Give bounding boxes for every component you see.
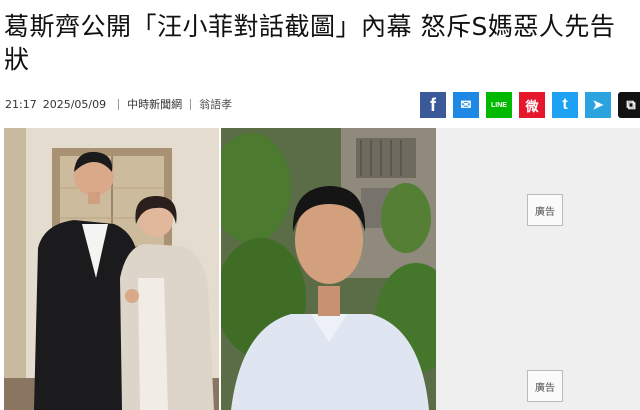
messenger-icon: ✉ (460, 97, 472, 112)
ad-column: 廣告 廣告 (436, 128, 640, 410)
copy-icon: ⧉ (626, 97, 636, 112)
weibo-share-button[interactable]: 微 (519, 92, 545, 118)
facebook-icon: f (430, 94, 436, 115)
publish-date: 2025/05/09 (42, 97, 107, 111)
photo-portrait (211, 128, 436, 410)
photo-portrait-illustration (211, 128, 436, 410)
article-meta: 21:17 2025/05/09 中時新聞網 翁語孝 (5, 96, 232, 112)
ad-label[interactable]: 廣告 (527, 370, 563, 402)
line-share-button[interactable]: LINE (486, 92, 512, 118)
article-photo (4, 128, 436, 410)
twitter-icon: t (562, 96, 568, 113)
messenger-share-button[interactable]: ✉ (453, 92, 479, 118)
telegram-share-button[interactable]: ➤ (585, 92, 611, 118)
meta-divider (190, 98, 192, 110)
share-bar: f ✉ LINE 微 t ➤ ⧉ (420, 92, 640, 118)
news-source-link[interactable]: 中時新聞網 (127, 96, 182, 112)
facebook-share-button[interactable]: f (420, 92, 446, 118)
article-title: 葛斯齊公開「汪小菲對話截圖」內幕 怒斥S媽惡人先告狀 (4, 12, 616, 74)
weibo-icon: 微 (525, 98, 539, 114)
publish-time: 21:17 (5, 97, 37, 111)
author-link[interactable]: 翁語孝 (199, 96, 232, 112)
line-icon: LINE (491, 101, 507, 109)
photo-couple-illustration (4, 128, 219, 410)
copy-link-button[interactable]: ⧉ (618, 92, 640, 118)
ad-label[interactable]: 廣告 (527, 194, 563, 226)
telegram-icon: ➤ (592, 97, 604, 112)
twitter-share-button[interactable]: t (552, 92, 578, 118)
meta-divider (118, 98, 120, 110)
photo-couple (4, 128, 219, 410)
